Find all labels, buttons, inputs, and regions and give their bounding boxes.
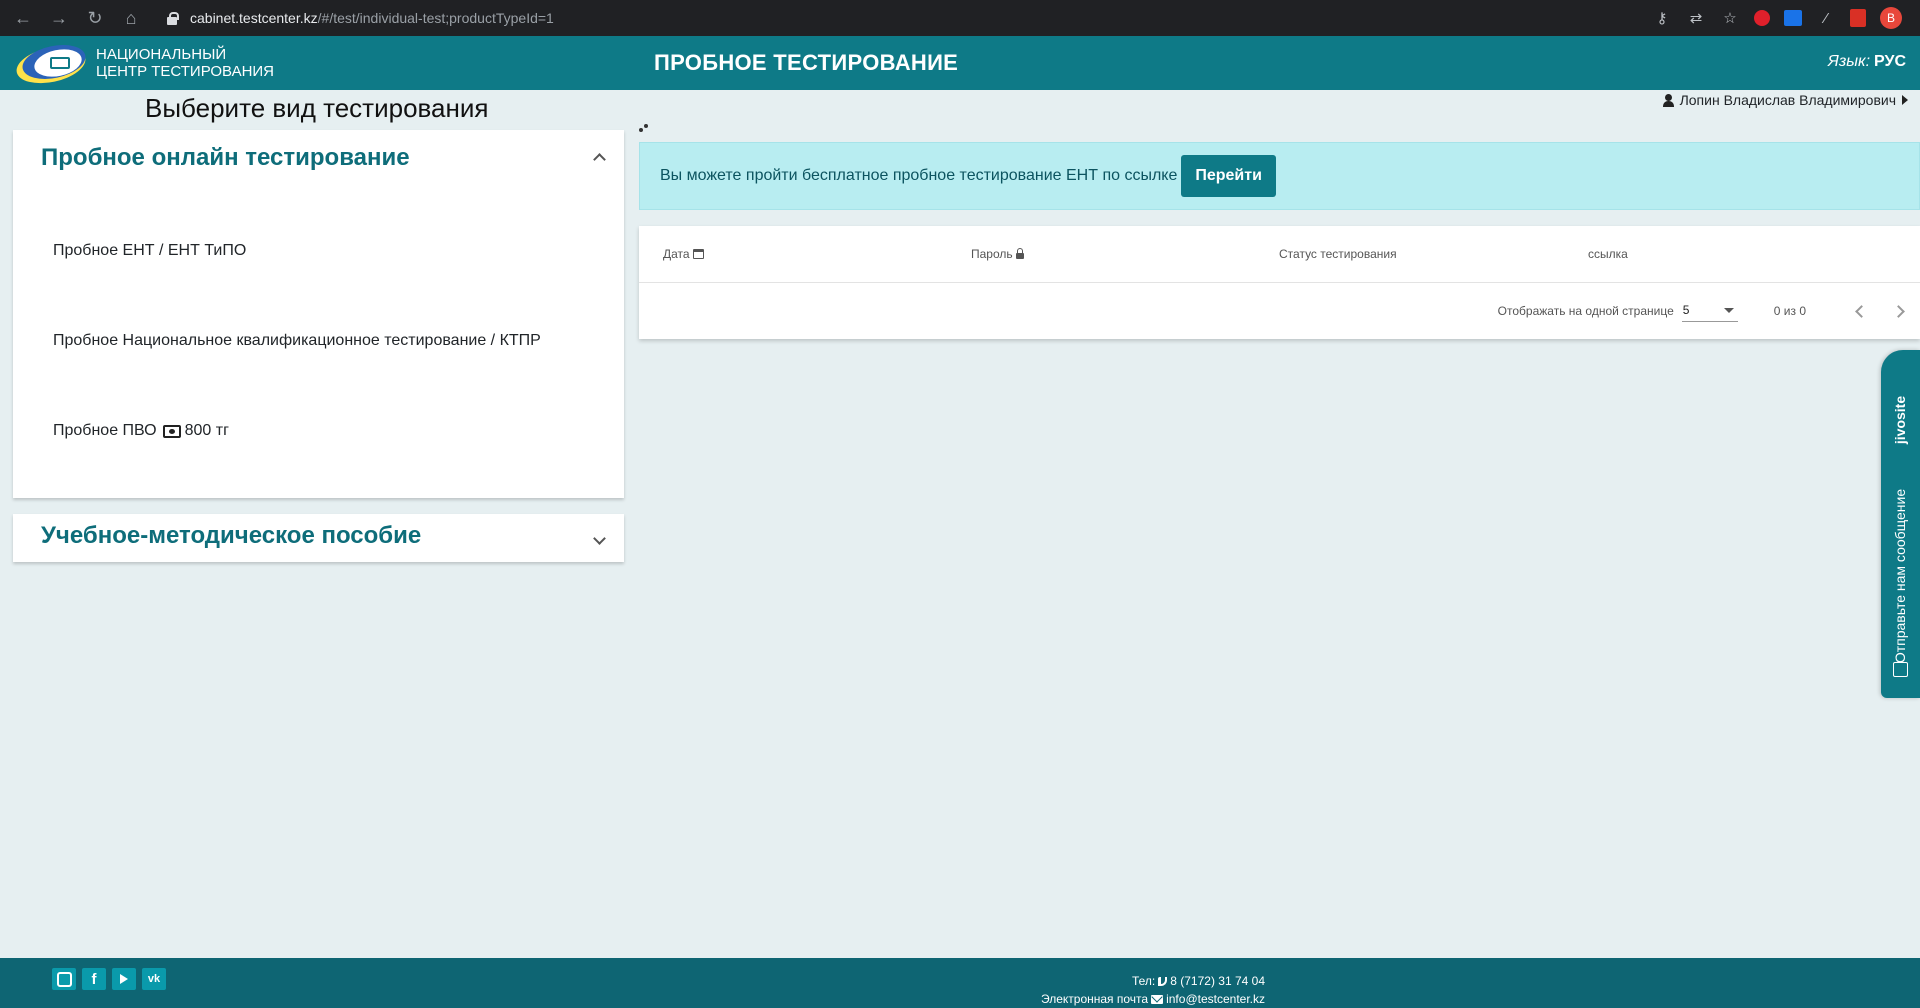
email-label: Электронная почта [1041, 992, 1149, 1006]
extension-translate-icon[interactable] [1784, 10, 1802, 26]
site-footer: f vk Тел: 8 (7172) 31 74 04 Электронная … [0, 958, 1920, 1008]
dropdown-arrow-icon [1723, 308, 1734, 313]
contacts: Тел: 8 (7172) 31 74 04 Электронная почта… [1041, 972, 1265, 1008]
phone-number[interactable]: 8 (7172) 31 74 04 [1170, 972, 1265, 990]
test-option-pvo-price: 800 тг [184, 422, 229, 439]
column-password-label: Пароль [971, 247, 1013, 261]
youtube-icon[interactable] [112, 968, 136, 990]
site-header: НАЦИОНАЛЬНЫЙ ЦЕНТР ТЕСТИРОВАНИЯ ПРОБНОЕ … [0, 36, 1920, 90]
chat-widget-tab[interactable]: jivosite Отправьте нам сообщение [1881, 350, 1920, 698]
alert-text: Вы можете пройти бесплатное пробное тест… [660, 167, 1178, 184]
email-row: Электронная почта info@testcenter.kz [1041, 990, 1265, 1008]
column-date[interactable]: Дата [663, 247, 704, 261]
phone-row: Тел: 8 (7172) 31 74 04 [1041, 972, 1265, 990]
user-menu[interactable]: Лопин Владислав Владимирович [1662, 92, 1908, 108]
extension-dark-icon[interactable]: ⁄ [1816, 8, 1836, 28]
paginator: Отображать на одной странице 5 0 из 0 [1498, 283, 1920, 339]
test-option-nkt[interactable]: Пробное Национальное квалификационное те… [53, 332, 541, 350]
browser-toolbar: ← → ↻ ⌂ cabinet.testcenter.kz/#/test/ind… [0, 0, 1920, 36]
logo-line-1: НАЦИОНАЛЬНЫЙ [96, 46, 227, 63]
accordion-title[interactable]: Пробное онлайн тестирование [41, 144, 410, 172]
facebook-icon[interactable]: f [82, 968, 106, 990]
lock-icon [164, 10, 180, 26]
tests-table: Дата Пароль Статус тестирования ссылка О… [639, 226, 1920, 339]
star-icon[interactable]: ☆ [1720, 8, 1740, 28]
language-label: Язык: [1827, 53, 1871, 70]
column-status[interactable]: Статус тестирования [1279, 247, 1397, 261]
language-selector[interactable]: Язык: РУС [1828, 53, 1906, 71]
browser-nav: ← → ↻ ⌂ [0, 3, 146, 33]
extension-red-icon[interactable] [1754, 10, 1770, 26]
column-status-label: Статус тестирования [1279, 247, 1397, 261]
accordion-study-guide[interactable]: Учебное-методическое пособие [13, 514, 624, 562]
chat-message-text: Отправьте нам сообщение [1892, 488, 1909, 664]
test-option-pvo[interactable]: Пробное ПВО 800 тг [53, 422, 229, 440]
previous-page-button[interactable] [1840, 291, 1880, 331]
phone-label: Тел: [1131, 974, 1156, 988]
user-name: Лопин Владислав Владимирович [1679, 92, 1896, 108]
accordion-title[interactable]: Учебное-методическое пособие [41, 522, 421, 550]
browser-actions: ⚷ ⇄ ☆ ⁄ B [1652, 0, 1902, 36]
chat-widget-message: Отправьте нам сообщение [1881, 476, 1920, 676]
reload-icon[interactable]: ↻ [80, 3, 110, 33]
chevron-down-icon[interactable] [593, 532, 606, 545]
caret-right-icon [1902, 95, 1908, 105]
section-title: Выберите вид тестирования [145, 93, 489, 123]
page-title: ПРОБНОЕ ТЕСТИРОВАНИЕ [654, 50, 959, 75]
chat-widget-brand: jivosite [1881, 380, 1920, 460]
vk-icon[interactable]: vk [142, 968, 166, 990]
profile-avatar[interactable]: B [1880, 7, 1902, 29]
instagram-icon[interactable] [52, 968, 76, 990]
logo[interactable]: НАЦИОНАЛЬНЫЙ ЦЕНТР ТЕСТИРОВАНИЯ [13, 39, 274, 89]
calendar-icon [692, 249, 704, 259]
column-password[interactable]: Пароль [971, 247, 1024, 261]
email-address[interactable]: info@testcenter.kz [1166, 990, 1265, 1008]
address-bar[interactable]: cabinet.testcenter.kz/#/test/individual-… [164, 5, 554, 31]
page-size-value: 5 [1682, 303, 1690, 317]
page-size-label: Отображать на одной странице [1497, 304, 1674, 318]
logo-mark-icon [13, 39, 89, 89]
chat-expand-icon [1893, 662, 1908, 677]
pdf-extension-icon[interactable] [1850, 9, 1866, 27]
url-host: cabinet.testcenter.kz [190, 10, 318, 26]
chevron-left-icon [1855, 304, 1868, 318]
info-alert: Вы можете пройти бесплатное пробное тест… [639, 142, 1920, 210]
loading-icon [639, 124, 649, 134]
key-icon[interactable]: ⚷ [1652, 8, 1672, 28]
test-option-pvo-label: Пробное ПВО [53, 422, 157, 439]
language-value: РУС [1874, 53, 1906, 70]
page-range: 0 из 0 [1773, 304, 1806, 318]
phone-icon [1158, 976, 1168, 986]
chat-brand-text: jivosite [1892, 395, 1909, 445]
column-date-label: Дата [663, 247, 690, 261]
test-option-ent[interactable]: Пробное ЕНТ / ЕНТ ТиПО [53, 242, 246, 260]
column-link[interactable]: ссылка [1588, 247, 1628, 261]
money-icon [162, 424, 181, 438]
column-link-label: ссылка [1588, 247, 1628, 261]
envelope-icon [1151, 994, 1164, 1004]
next-page-button[interactable] [1880, 291, 1920, 331]
unlock-icon [1015, 247, 1024, 259]
url-path: /#/test/individual-test;productTypeId=1 [317, 10, 554, 26]
social-links: f vk [52, 968, 166, 990]
translate-icon[interactable]: ⇄ [1686, 8, 1706, 28]
chevron-right-icon [1892, 304, 1905, 318]
user-icon [1662, 93, 1674, 107]
chevron-up-icon[interactable] [593, 153, 606, 166]
logo-text: НАЦИОНАЛЬНЫЙ ЦЕНТР ТЕСТИРОВАНИЯ [96, 46, 274, 80]
forward-icon[interactable]: → [44, 3, 74, 33]
go-button[interactable]: Перейти [1181, 155, 1276, 197]
table-header: Дата Пароль Статус тестирования ссылка [639, 226, 1920, 283]
logo-line-2: ЦЕНТР ТЕСТИРОВАНИЯ [96, 63, 275, 80]
back-icon[interactable]: ← [8, 3, 38, 33]
home-icon[interactable]: ⌂ [116, 3, 146, 33]
page-size-select[interactable]: 5 [1681, 300, 1738, 322]
accordion-online-testing: Пробное онлайн тестирование Пробное ЕНТ … [13, 130, 624, 498]
